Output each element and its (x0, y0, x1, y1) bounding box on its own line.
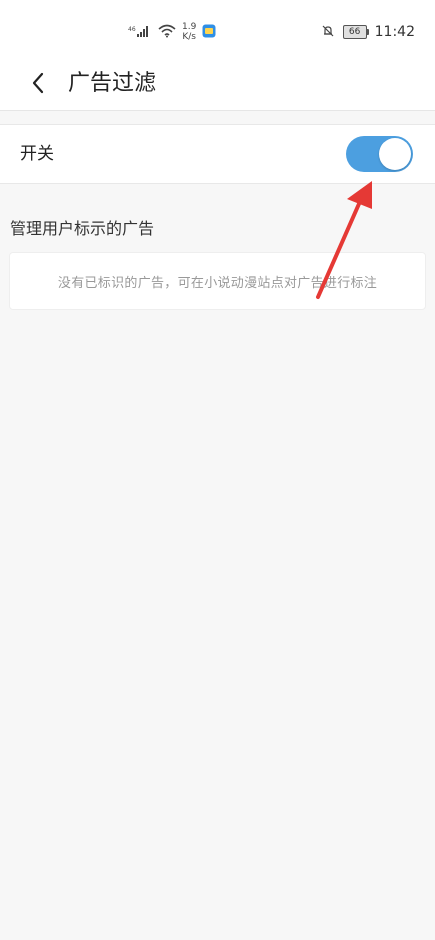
section-title: 管理用户标示的广告 (10, 219, 155, 238)
battery-level: 66 (348, 27, 361, 37)
red-arrow-icon (316, 181, 372, 299)
back-button[interactable] (20, 67, 56, 103)
header: 广告过滤 (0, 60, 435, 111)
message-app-icon (202, 23, 216, 42)
wifi-icon (158, 23, 176, 42)
signal-icon: 46 (128, 23, 152, 42)
page-title: 广告过滤 (68, 71, 157, 96)
ad-filter-toggle[interactable] (346, 136, 413, 172)
net-speed-value: 1.9 (182, 22, 197, 32)
net-speed-unit: K/s (182, 32, 196, 42)
net-speed: 1.9 K/s (182, 22, 196, 42)
status-bar: 46 1.9 K/s 66 11:42 (0, 0, 435, 60)
status-bar-right: 66 11:42 (321, 20, 415, 44)
battery-icon: 66 (342, 25, 369, 39)
mute-bell-icon (321, 23, 335, 42)
chevron-left-icon (31, 72, 45, 98)
switch-label: 开关 (20, 144, 54, 164)
status-bar-center: 46 1.9 K/s (128, 20, 216, 44)
svg-text:46: 46 (128, 26, 136, 33)
toggle-knob (379, 138, 411, 170)
status-time: 11:42 (374, 24, 415, 40)
